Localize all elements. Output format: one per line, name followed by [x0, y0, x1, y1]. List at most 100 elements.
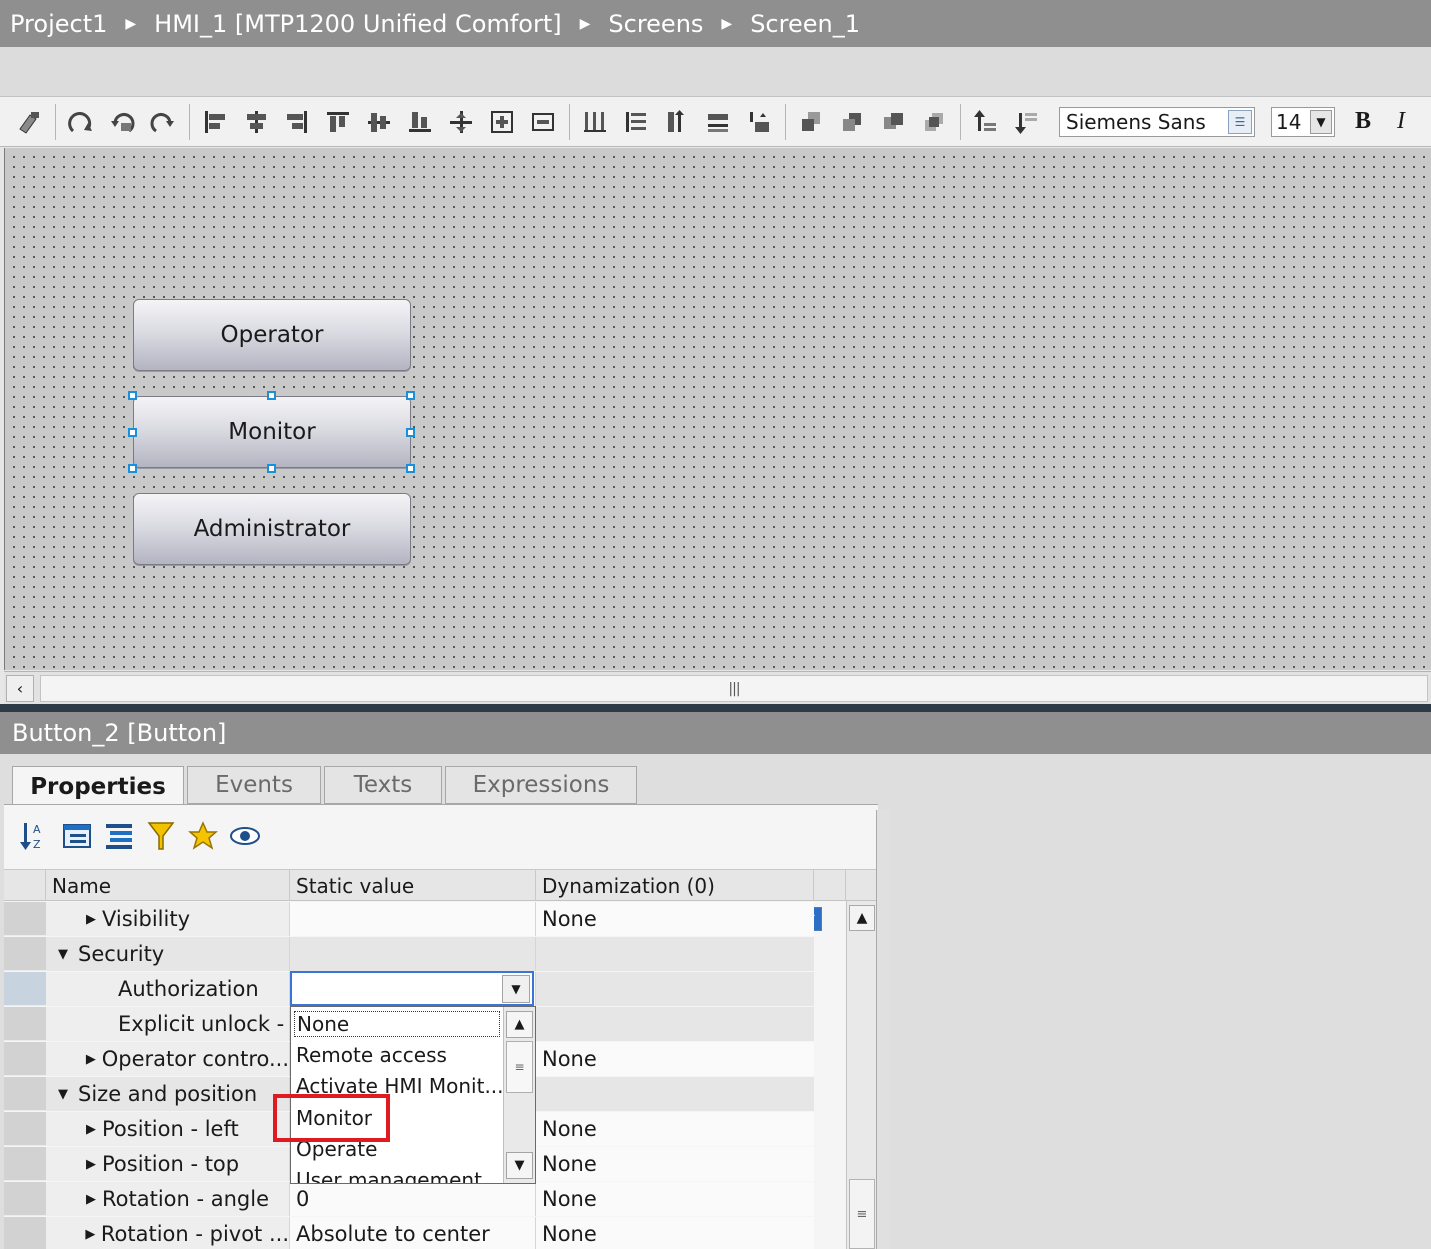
distribute-horizontal-icon[interactable]: [578, 105, 612, 139]
property-row-rotation-angle[interactable]: ▶ Rotation - angle 0 None: [4, 1182, 846, 1217]
property-grid-scrollbar[interactable]: ▲ ≡: [846, 901, 878, 1249]
inspector-tabs: Properties Events Texts Expressions: [12, 766, 640, 806]
resize-handle[interactable]: [267, 464, 276, 473]
align-left-icon[interactable]: [198, 105, 232, 139]
collapse-down-icon[interactable]: ▼: [48, 1087, 78, 1102]
operator-button[interactable]: Operator: [133, 299, 411, 371]
align-top-icon[interactable]: [321, 105, 355, 139]
move-down-layer-icon[interactable]: [1010, 105, 1044, 139]
breadcrumb-screen[interactable]: Screen_1: [750, 10, 860, 38]
chevron-down-icon[interactable]: ▼: [502, 975, 530, 1003]
resize-handle[interactable]: [128, 428, 137, 437]
option-remote-access[interactable]: Remote access: [296, 1043, 447, 1067]
show-icon[interactable]: [228, 819, 262, 853]
format-painter-icon[interactable]: [12, 105, 46, 139]
center-horizontal-icon[interactable]: [485, 105, 519, 139]
font-size-select[interactable]: 14 ▼: [1271, 106, 1335, 137]
align-middle-icon[interactable]: [362, 105, 396, 139]
align-bottom-icon[interactable]: [403, 105, 437, 139]
resize-handle[interactable]: [128, 464, 137, 473]
property-value[interactable]: Absolute to center: [290, 1217, 536, 1249]
column-static-value[interactable]: Static value: [290, 870, 536, 901]
option-none[interactable]: None: [294, 1011, 500, 1037]
resize-handle[interactable]: [406, 391, 415, 400]
move-up-layer-icon[interactable]: [969, 105, 1003, 139]
property-name: Size and position: [78, 1082, 258, 1106]
bring-to-front-icon[interactable]: [794, 105, 828, 139]
property-toolbar: AZ: [18, 819, 270, 853]
monitor-button[interactable]: Monitor: [133, 396, 411, 468]
chevron-down-icon[interactable]: ▼: [506, 1152, 533, 1179]
authorization-dropdown[interactable]: ▼: [290, 971, 534, 1006]
chevron-up-icon[interactable]: ▲: [506, 1011, 533, 1038]
expand-right-icon[interactable]: ▶: [80, 1122, 102, 1137]
italic-button[interactable]: I: [1397, 108, 1405, 135]
resize-handle[interactable]: [406, 428, 415, 437]
column-name[interactable]: Name: [46, 870, 290, 901]
center-vertical-icon[interactable]: [526, 105, 560, 139]
property-name: Position - top: [102, 1152, 240, 1176]
breadcrumb-screens[interactable]: Screens: [608, 10, 703, 38]
font-family-select[interactable]: Siemens Sans ☰: [1059, 106, 1255, 137]
favorite-icon[interactable]: [186, 819, 220, 853]
distribute-vertical-icon[interactable]: [619, 105, 653, 139]
chevron-up-icon[interactable]: ▲: [849, 905, 875, 931]
expand-right-icon[interactable]: ▶: [80, 1227, 101, 1242]
expand-right-icon[interactable]: ▶: [80, 1052, 102, 1067]
bold-button[interactable]: B: [1355, 108, 1371, 135]
canvas-horizontal-scrollbar[interactable]: ‹ |||: [4, 671, 1431, 704]
scroll-thumb[interactable]: ≡: [849, 1179, 875, 1249]
equal-height-icon[interactable]: [660, 105, 694, 139]
tab-properties[interactable]: Properties: [12, 766, 184, 806]
option-user-management[interactable]: User management: [296, 1168, 482, 1183]
property-name: Visibility: [102, 907, 191, 931]
breadcrumb-device[interactable]: HMI_1 [MTP1200 Unified Comfort]: [154, 10, 561, 38]
align-center-icon[interactable]: [239, 105, 273, 139]
inspector-scrollbar[interactable]: [876, 810, 890, 1249]
svg-text:Z: Z: [33, 838, 41, 851]
highlight-box: [273, 1094, 390, 1142]
chevron-down-icon[interactable]: ▼: [1310, 109, 1332, 134]
property-row-visibility[interactable]: ▶Visibility ✔ None: [4, 902, 846, 937]
resize-handle[interactable]: [406, 464, 415, 473]
header-gutter: [4, 870, 46, 901]
panel-divider[interactable]: [0, 704, 1431, 712]
options-scrollbar[interactable]: ▲ ≡ ▼: [503, 1007, 535, 1183]
breadcrumb-project[interactable]: Project1: [10, 10, 107, 38]
tab-expressions[interactable]: Expressions: [445, 766, 637, 804]
rotate-right-icon[interactable]: [146, 105, 180, 139]
sort-az-icon[interactable]: AZ: [18, 819, 52, 853]
resize-handle[interactable]: [128, 391, 137, 400]
expand-right-icon[interactable]: ▶: [80, 1157, 102, 1172]
tab-events[interactable]: Events: [187, 766, 321, 804]
expand-right-icon[interactable]: ▶: [80, 912, 102, 927]
center-icon[interactable]: [444, 105, 478, 139]
tab-texts[interactable]: Texts: [324, 766, 442, 804]
property-dyn: None: [536, 1182, 814, 1216]
resize-handle[interactable]: [267, 391, 276, 400]
chevron-left-icon[interactable]: ‹: [6, 675, 34, 702]
equal-size-icon[interactable]: [742, 105, 776, 139]
property-row-rotation-pivot[interactable]: ▶ Rotation - pivot ... Absolute to center…: [4, 1217, 846, 1249]
screen-canvas[interactable]: Operator Monitor Administrator: [4, 148, 1431, 670]
expand-all-icon[interactable]: [60, 819, 94, 853]
collapse-all-icon[interactable]: [102, 819, 136, 853]
scroll-thumb[interactable]: |||: [40, 675, 1428, 702]
collapse-down-icon[interactable]: ▼: [48, 947, 78, 962]
property-value[interactable]: 0: [290, 1182, 536, 1216]
rotate-left-icon[interactable]: [105, 105, 139, 139]
column-dynamization[interactable]: Dynamization (0): [536, 870, 814, 901]
align-right-icon[interactable]: [280, 105, 314, 139]
scroll-thumb[interactable]: ≡: [506, 1041, 533, 1093]
filter-icon[interactable]: [144, 819, 178, 853]
bring-forward-icon[interactable]: [835, 105, 869, 139]
property-row-security[interactable]: ▼ Security: [4, 937, 846, 972]
rotate-icon[interactable]: [64, 105, 98, 139]
send-backward-icon[interactable]: [876, 105, 910, 139]
send-to-back-icon[interactable]: [917, 105, 951, 139]
font-list-icon[interactable]: ☰: [1228, 109, 1252, 134]
expand-right-icon[interactable]: ▶: [80, 1192, 102, 1207]
equal-width-icon[interactable]: [701, 105, 735, 139]
administrator-button[interactable]: Administrator: [133, 493, 411, 565]
svg-text:A: A: [33, 823, 41, 836]
